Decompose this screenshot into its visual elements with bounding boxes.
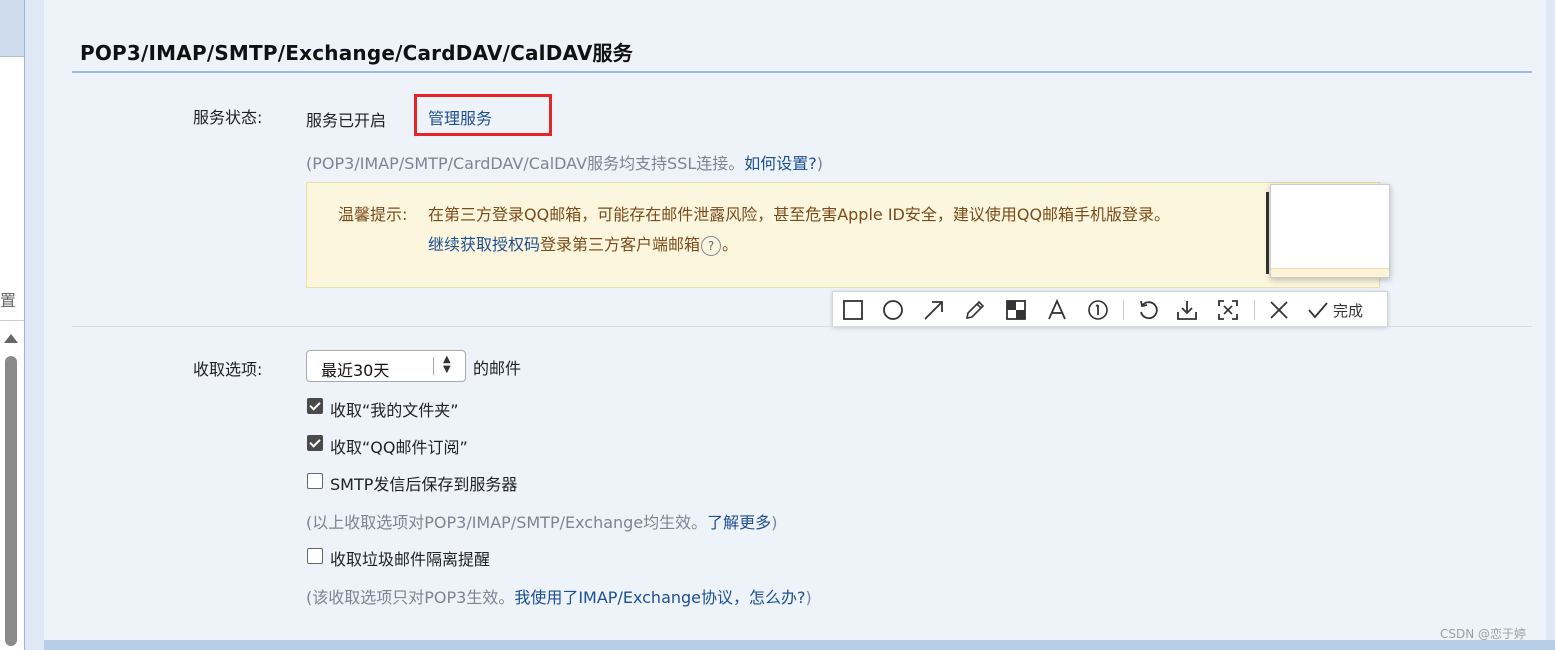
screenshot-preview-popup — [1270, 184, 1390, 278]
toolbar-divider — [1254, 300, 1255, 320]
fetch-range-select[interactable]: 最近30天 ▲ ▼ — [306, 350, 466, 382]
ssl-note-end: ) — [816, 154, 824, 173]
bottom-bar — [44, 640, 1555, 650]
sidebar-cut-text: 置 — [0, 291, 17, 310]
service-status-label: 服务状态: — [193, 108, 263, 127]
number-icon[interactable] — [1086, 298, 1110, 322]
qq-subscription-checkbox[interactable] — [307, 435, 323, 451]
watermark: CSDN @恋于婷 — [1440, 627, 1527, 641]
title-divider — [72, 71, 1532, 73]
spam-reminder-checkbox[interactable] — [307, 548, 323, 564]
right-edge — [1546, 0, 1555, 650]
manage-service-link[interactable]: 管理服务 — [428, 105, 492, 129]
pop3-note: (该收取选项只对POP3生效。我使用了IMAP/Exchange协议，怎么办?) — [306, 584, 812, 608]
smtp-save-label[interactable]: SMTP发信后保存到服务器 — [330, 471, 517, 495]
undo-icon[interactable] — [1136, 298, 1160, 322]
ocr-icon[interactable] — [1216, 298, 1240, 322]
select-divider — [433, 357, 434, 375]
done-button[interactable]: 完成 — [1307, 298, 1363, 322]
left-sidebar-edge: 置 — [0, 0, 44, 650]
pop3-note-end: ) — [805, 588, 812, 607]
learn-more-link[interactable]: 了解更多 — [707, 513, 771, 532]
fetch-range-value: 最近30天 — [321, 361, 390, 380]
text-icon[interactable] — [1045, 298, 1069, 322]
tip-text: 在第三方登录QQ邮箱，可能存在邮件泄露风险，甚至危害Apple ID安全，建议使… — [428, 205, 1171, 224]
sidebar-divider — [0, 320, 24, 321]
close-icon[interactable] — [1267, 298, 1291, 322]
ssl-note-text: (POP3/IMAP/SMTP/CardDAV/CalDAV服务均支持SSL连接… — [306, 154, 745, 173]
fetch-range-suffix: 的邮件 — [473, 359, 522, 378]
ssl-note: (POP3/IMAP/SMTP/CardDAV/CalDAV服务均支持SSL连接… — [306, 150, 823, 174]
screenshot-toolbar: 完成 — [832, 291, 1388, 327]
fetch-note-text: (以上收取选项对POP3/IMAP/SMTP/Exchange均生效。 — [306, 513, 708, 532]
imap-help-link[interactable]: 我使用了IMAP/Exchange协议，怎么办? — [514, 588, 805, 607]
select-arrows-icon: ▲ ▼ — [443, 354, 451, 375]
section-divider — [72, 326, 1532, 327]
qq-subscription-label[interactable]: 收取“QQ邮件订阅” — [330, 434, 468, 458]
popup-bottom-band — [1271, 268, 1389, 277]
toolbar-divider — [1123, 300, 1124, 320]
spam-reminder-label[interactable]: 收取垃圾邮件隔离提醒 — [330, 546, 490, 570]
help-icon[interactable]: ? — [701, 235, 722, 256]
fetch-options-label: 收取选项: — [193, 360, 263, 379]
scrollbar-thumb[interactable] — [5, 356, 17, 646]
sidebar-top-box — [0, 0, 24, 57]
service-status-value: 服务已开启 — [306, 111, 387, 130]
pencil-icon[interactable] — [963, 298, 987, 322]
how-to-setup-link[interactable]: 如何设置? — [744, 154, 817, 173]
download-icon[interactable] — [1175, 298, 1199, 322]
arrow-icon[interactable] — [922, 298, 946, 322]
pop3-note-text: (该收取选项只对POP3生效。 — [306, 588, 515, 607]
smtp-save-checkbox[interactable] — [307, 473, 323, 489]
check-icon — [1308, 302, 1328, 319]
tip-second-text: 登录第三方客户端邮箱 — [540, 235, 701, 254]
fetch-options-note: (以上收取选项对POP3/IMAP/SMTP/Exchange均生效。了解更多) — [306, 509, 777, 533]
done-label: 完成 — [1333, 301, 1364, 320]
scroll-up-arrow-icon[interactable] — [4, 334, 18, 343]
tip-second-end: 。 — [722, 235, 739, 254]
get-auth-code-link[interactable]: 继续获取授权码 — [428, 235, 540, 254]
rectangle-icon[interactable] — [841, 298, 865, 322]
tip-label: 温馨提示: — [338, 205, 408, 224]
my-folders-label[interactable]: 收取“我的文件夹” — [330, 397, 459, 421]
section-title: POP3/IMAP/SMTP/Exchange/CardDAV/CalDAV服务 — [80, 41, 633, 65]
my-folders-checkbox[interactable] — [307, 398, 323, 414]
fetch-note-end: ) — [771, 513, 778, 532]
mosaic-icon[interactable] — [1004, 298, 1028, 322]
tip-second-line: 继续获取授权码登录第三方客户端邮箱?。 — [428, 231, 738, 256]
ellipse-icon[interactable] — [881, 298, 905, 322]
